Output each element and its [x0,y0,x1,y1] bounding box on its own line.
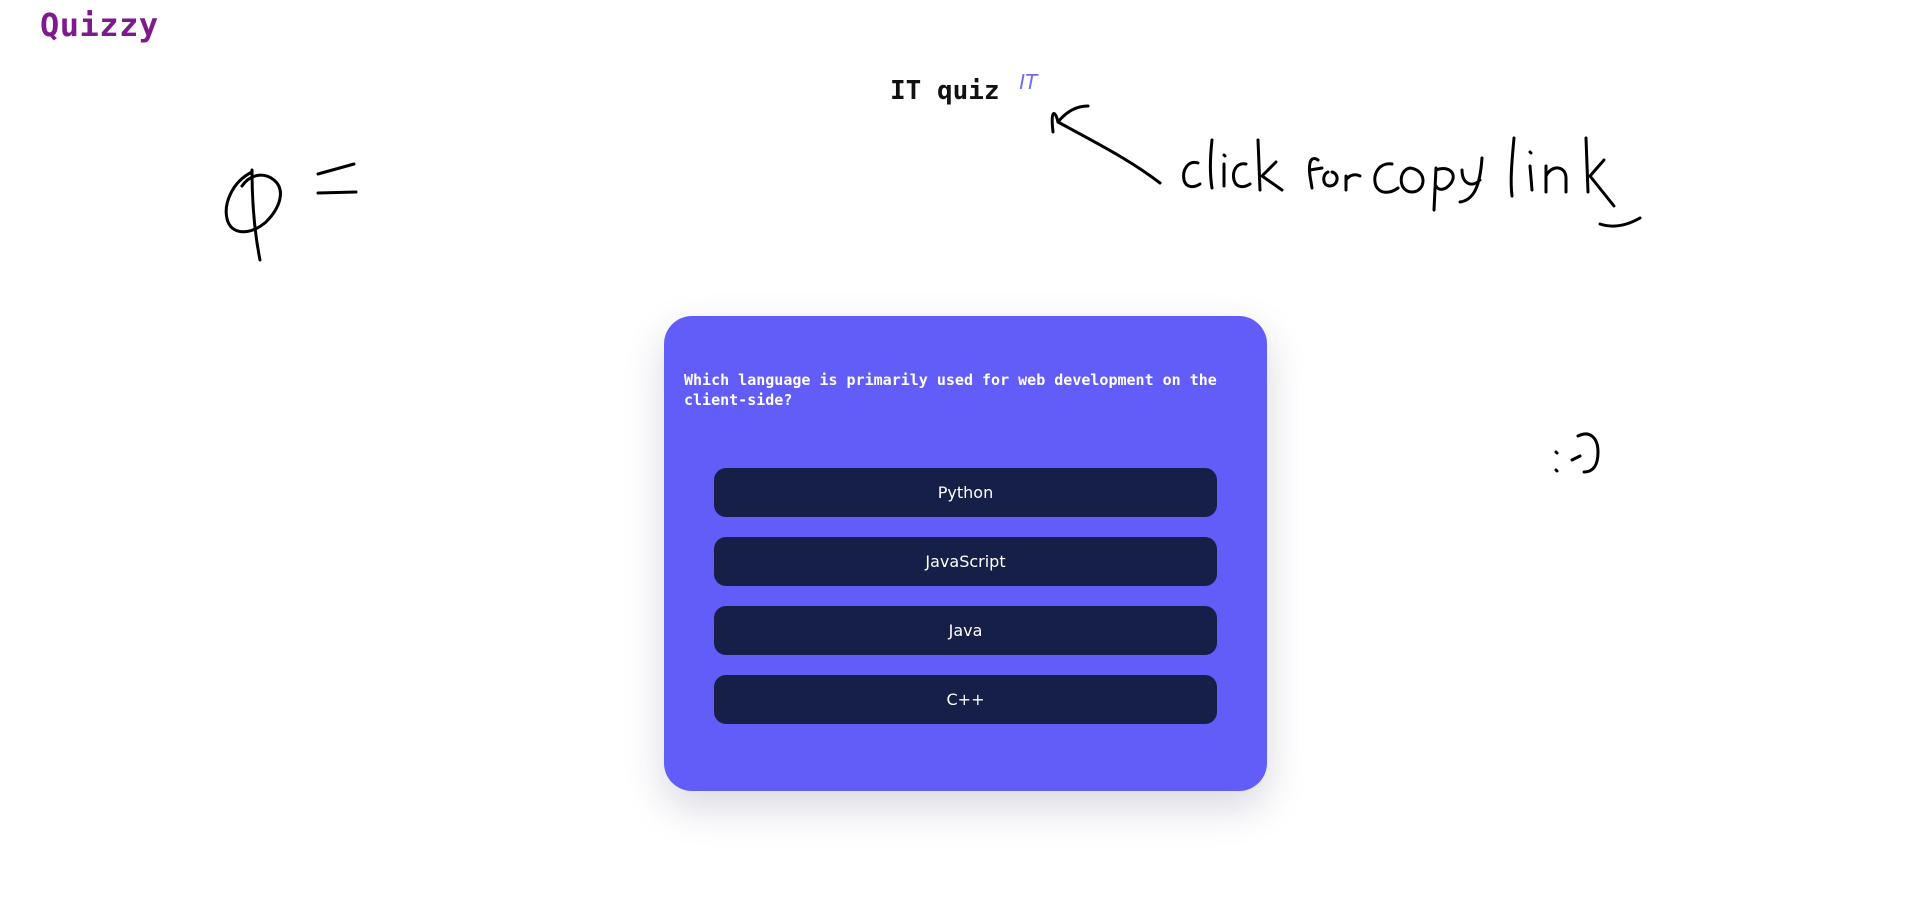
question-text: Which language is primarily used for web… [684,371,1217,409]
answer-option-java[interactable]: Java [714,606,1217,655]
answer-list: Python JavaScript Java C++ [714,468,1217,744]
answer-option-python[interactable]: Python [714,468,1217,517]
handwritten-arrow [1050,104,1162,185]
quiz-title-bar: IT quiz IT [890,70,1037,116]
copy-link-category[interactable]: IT [1019,70,1037,94]
handwritten-smiley [1554,432,1600,474]
question-card: Which language is primarily used for web… [664,316,1267,791]
answer-option-cpp[interactable]: C++ [714,675,1217,724]
quiz-title: IT quiz [890,76,1000,106]
handwritten-phi-sketch [224,162,358,262]
handwritten-click-for-copy-link [1182,136,1642,228]
answer-option-javascript[interactable]: JavaScript [714,537,1217,586]
app-logo[interactable]: Quizzy [40,6,159,44]
